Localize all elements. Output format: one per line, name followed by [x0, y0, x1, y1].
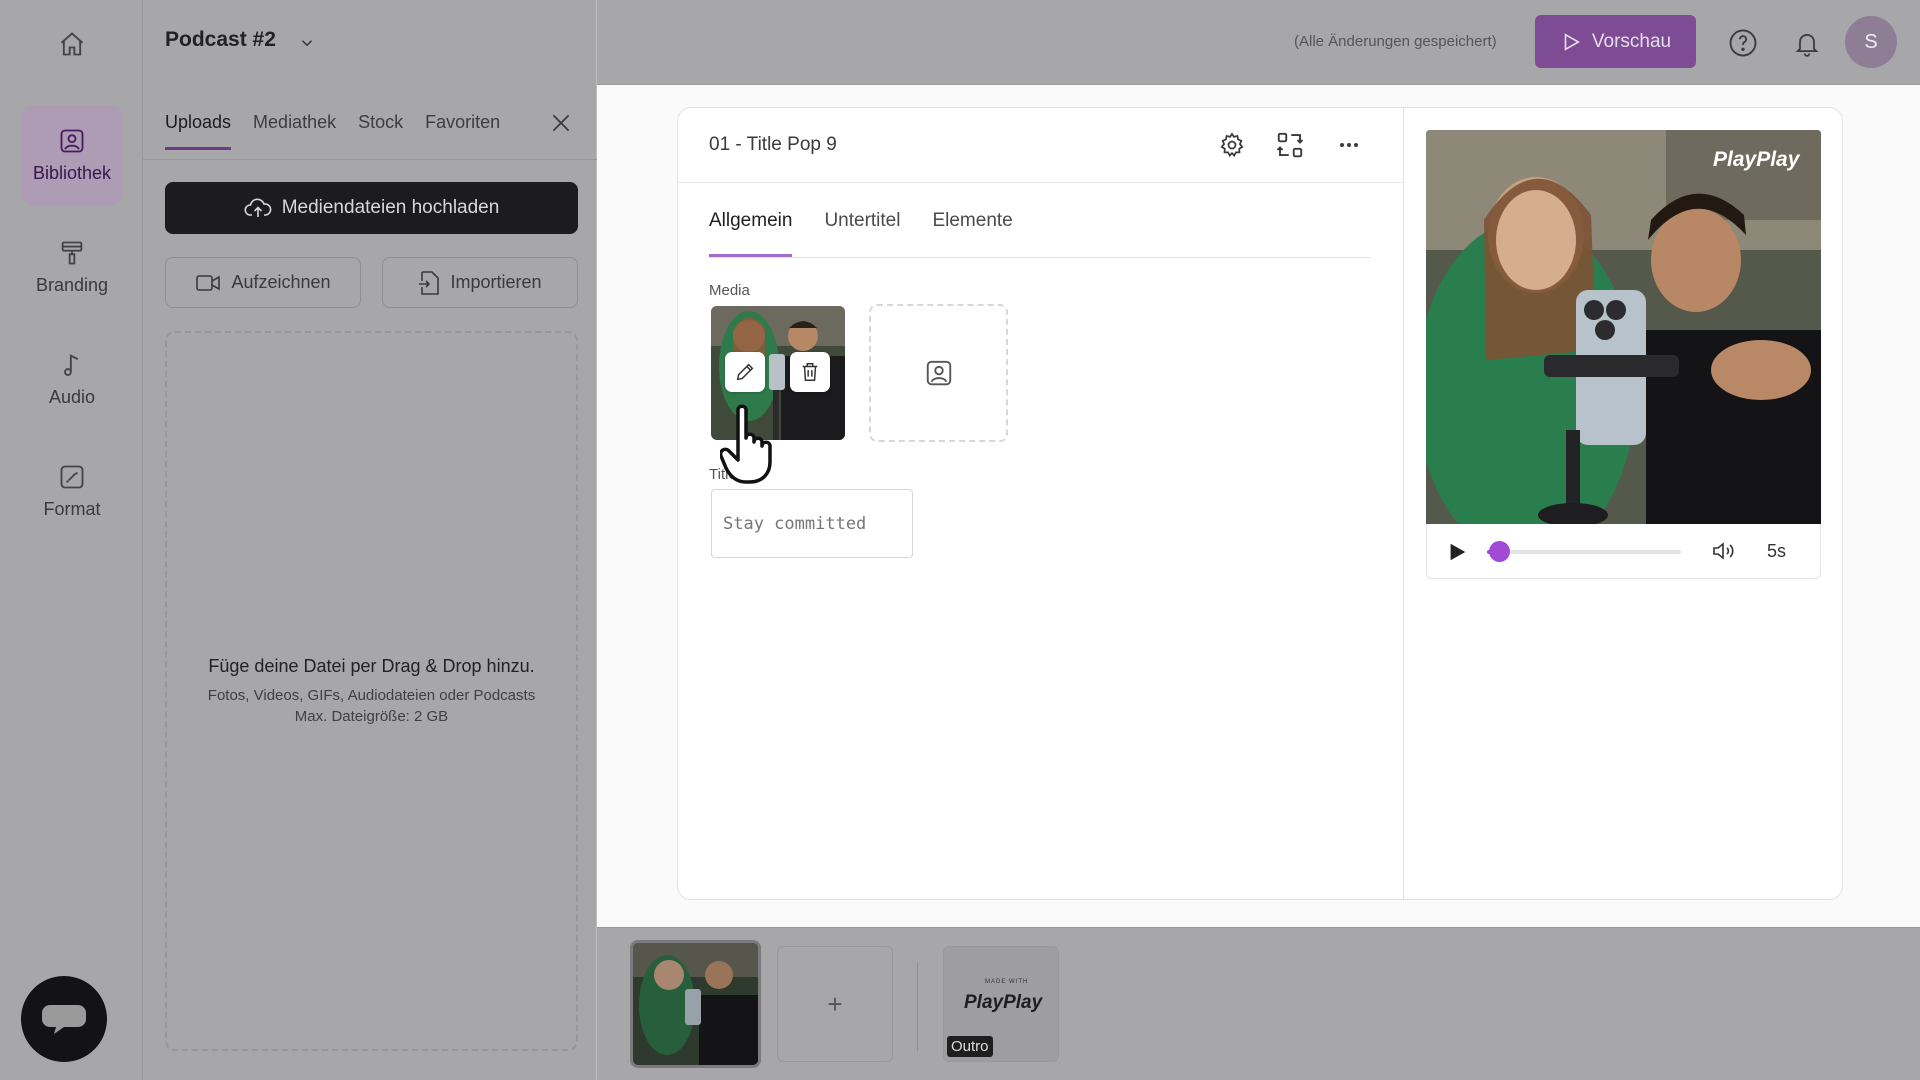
swap-layout-button[interactable]	[1273, 128, 1307, 162]
trash-icon	[802, 363, 818, 381]
title-input[interactable]	[711, 489, 913, 558]
play-outline-icon	[1564, 32, 1580, 51]
outro-logo: PlayPlay	[964, 992, 1043, 1013]
play-icon	[1450, 543, 1466, 561]
outro-made-with: MADE WITH	[985, 979, 1029, 985]
outro-badge: Outro	[947, 1036, 993, 1057]
editor-tabs: Allgemein Untertitel Elemente	[709, 210, 1013, 257]
nav-label-branding: Branding	[35, 274, 109, 295]
preview-label: Vorschau	[1591, 30, 1672, 52]
help-icon	[1729, 29, 1757, 57]
media-label: Media	[709, 282, 750, 299]
delete-media-button[interactable]	[790, 352, 830, 392]
drop-zone-title: Füge deine Datei per Drag & Drop hinzu.	[208, 655, 535, 676]
top-bar	[597, 0, 1920, 85]
drop-zone-types: Fotos, Videos, GIFs, Audiodateien oder P…	[207, 686, 536, 704]
save-status: (Alle Änderungen gespeichert)	[1294, 33, 1497, 50]
import-label: Importieren	[450, 272, 542, 292]
editor-tabs-underline	[709, 257, 1371, 258]
more-dots-icon	[1340, 143, 1358, 147]
home-button[interactable]	[50, 24, 94, 64]
nav-item-audio[interactable]: Audio	[21, 329, 123, 429]
add-media-slot[interactable]	[869, 304, 1008, 442]
tab-mediathek[interactable]: Mediathek	[253, 112, 336, 150]
volume-button[interactable]	[1711, 539, 1737, 563]
home-icon	[60, 32, 84, 56]
more-options-button[interactable]	[1332, 128, 1366, 162]
help-button[interactable]	[1724, 24, 1762, 62]
nav-label-bibliothek: Bibliothek	[32, 162, 112, 183]
scene-settings-button[interactable]	[1215, 128, 1249, 162]
edit-media-button[interactable]	[725, 352, 765, 392]
volume-icon	[1713, 542, 1734, 560]
chevron-down-icon	[301, 40, 313, 47]
paint-roller-icon	[61, 241, 83, 264]
drop-zone[interactable]: Füge deine Datei per Drag & Drop hinzu. …	[165, 331, 578, 1051]
record-label: Aufzeichnen	[231, 272, 331, 292]
tab-allgemein[interactable]: Allgemein	[709, 210, 793, 257]
file-import-icon	[419, 270, 440, 295]
tab-uploads[interactable]: Uploads	[165, 112, 232, 150]
nav-item-format[interactable]: Format	[21, 441, 123, 541]
project-title[interactable]: Podcast #2	[165, 28, 276, 52]
cloud-upload-icon	[244, 198, 272, 217]
music-note-icon	[64, 353, 79, 376]
swap-layout-icon	[1276, 132, 1304, 158]
library-icon	[60, 129, 84, 152]
nav-label-format: Format	[43, 498, 101, 519]
tab-favoriten[interactable]: Favoriten	[425, 112, 500, 150]
panel-divider	[143, 159, 597, 160]
preview-button[interactable]: Vorschau	[1535, 15, 1696, 68]
add-scene-button[interactable]: +	[777, 946, 893, 1062]
nav-item-bibliothek[interactable]: Bibliothek	[21, 105, 123, 205]
scene-name: 01 - Title Pop 9	[709, 134, 837, 155]
scrub-track[interactable]	[1487, 550, 1681, 554]
drop-zone-max-size: Max. Dateigröße: 2 GB	[294, 707, 449, 725]
video-frame-image	[1426, 130, 1821, 524]
import-button[interactable]: Importieren	[382, 257, 578, 308]
format-icon	[60, 465, 84, 488]
timeline-scene-1[interactable]	[630, 940, 761, 1068]
editor-preview-divider	[1403, 107, 1404, 900]
editor-header-divider	[678, 182, 1403, 183]
project-menu-button[interactable]	[298, 34, 316, 52]
notifications-button[interactable]	[1788, 24, 1826, 62]
chat-button[interactable]	[21, 976, 107, 1062]
close-panel-button[interactable]	[548, 110, 574, 136]
tab-stock[interactable]: Stock	[358, 112, 403, 150]
image-placeholder-icon	[926, 360, 951, 386]
timeline-divider	[917, 963, 918, 1051]
video-preview[interactable]	[1426, 130, 1821, 524]
play-button[interactable]	[1446, 541, 1468, 563]
upload-media-button[interactable]: Mediendateien hochladen	[165, 182, 578, 234]
pencil-icon	[736, 363, 754, 381]
bell-icon	[1795, 33, 1819, 57]
playplay-watermark: PlayPlay	[1713, 148, 1800, 171]
chat-bubble-icon	[42, 1005, 86, 1034]
gear-icon	[1220, 132, 1244, 157]
nav-item-branding[interactable]: Branding	[21, 217, 123, 317]
nav-label-audio: Audio	[48, 386, 96, 407]
tab-untertitel[interactable]: Untertitel	[824, 210, 900, 257]
video-duration: 5s	[1767, 541, 1787, 561]
record-button[interactable]: Aufzeichnen	[165, 257, 361, 308]
close-icon	[552, 114, 570, 132]
user-avatar[interactable]: S	[1845, 16, 1897, 68]
tab-elemente[interactable]: Elemente	[932, 210, 1012, 257]
scrub-handle[interactable]	[1488, 541, 1510, 562]
video-camera-icon	[196, 274, 221, 291]
hand-cursor-icon	[720, 404, 790, 484]
library-tabs: Uploads Mediathek Stock Favoriten	[165, 112, 500, 150]
upload-media-label: Mediendateien hochladen	[281, 197, 500, 218]
scene-thumbnail-image	[633, 943, 758, 1065]
